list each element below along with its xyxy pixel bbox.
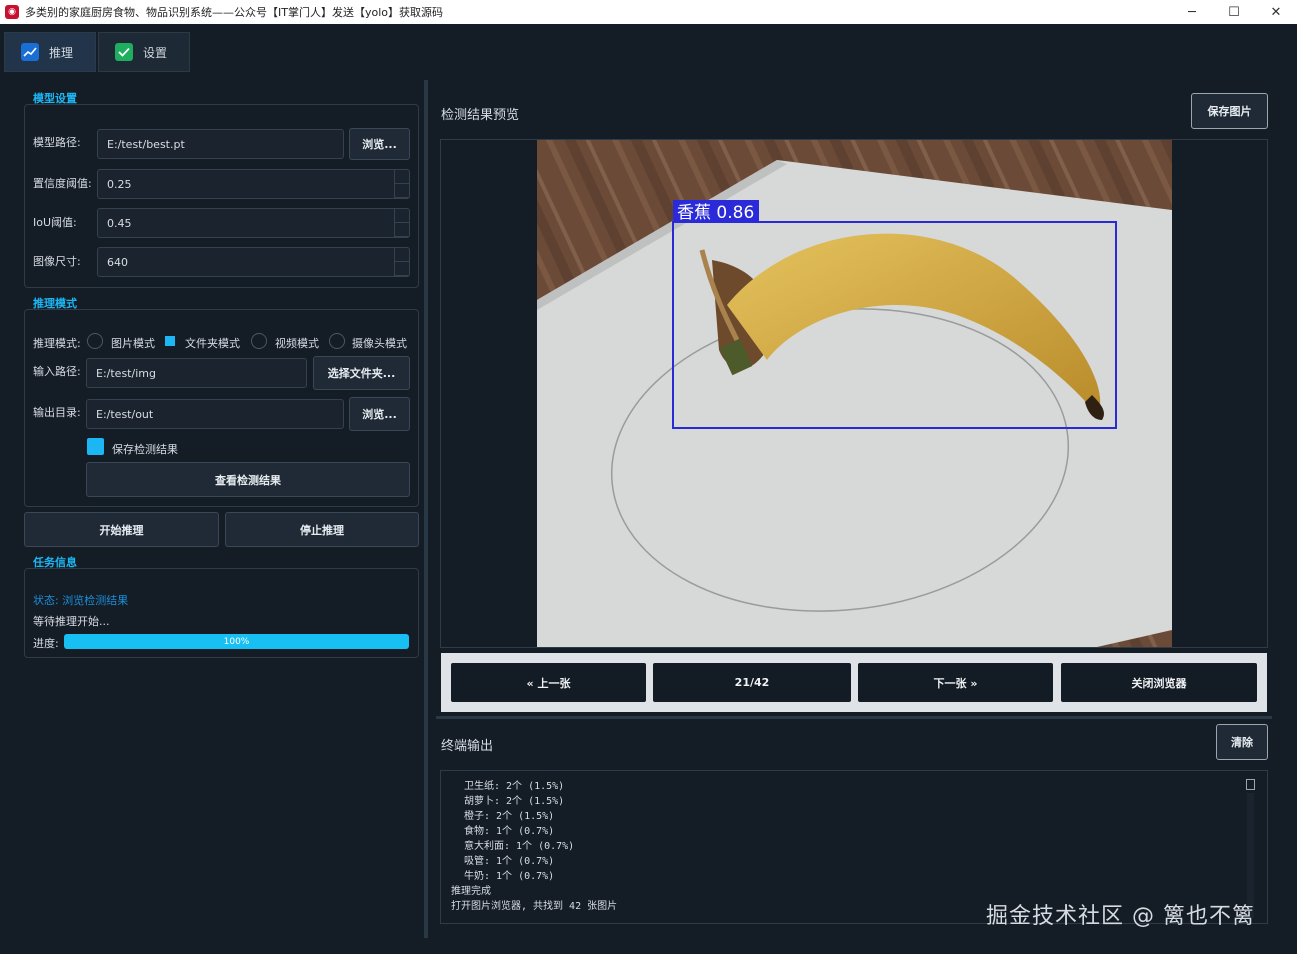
model-path-label: 模型路径: <box>33 136 81 149</box>
close-browser-button[interactable]: 关闭浏览器 <box>1061 663 1257 702</box>
save-results-label: 保存检测结果 <box>112 443 178 456</box>
confidence-spinbox[interactable]: 0.25 <box>97 169 410 199</box>
preview-title: 检测结果预览 <box>441 108 520 123</box>
detection-image: 香蕉 0.86 <box>537 140 1172 647</box>
confidence-stepper[interactable] <box>394 170 409 198</box>
image-counter: 21/42 <box>653 663 851 702</box>
image-mode-label: 图片模式 <box>111 337 155 350</box>
image-size-stepper[interactable] <box>394 248 409 276</box>
iou-label: IoU阈值: <box>33 216 77 229</box>
input-path-label: 输入路径: <box>33 365 81 378</box>
radio-image-mode[interactable] <box>87 333 103 349</box>
clear-terminal-button[interactable]: 清除 <box>1216 724 1268 760</box>
image-navigation-bar: « 上一张 21/42 下一张 » 关闭浏览器 <box>441 653 1267 712</box>
check-badge-icon <box>115 43 133 61</box>
prev-image-button[interactable]: « 上一张 <box>451 663 646 702</box>
terminal-line: 胡萝卜: 2个 (1.5%) <box>464 796 565 807</box>
terminal-line: 推理完成 <box>451 886 491 897</box>
tab-settings[interactable]: 设置 <box>98 32 190 72</box>
terminal-title: 终端输出 <box>441 739 494 754</box>
camera-mode-label: 摄像头模式 <box>352 337 407 350</box>
terminal-line: 吸管: 1个 (0.7%) <box>464 856 555 867</box>
progress-text: 100% <box>223 636 250 647</box>
watermark: 掘金技术社区 @ 篱也不篱 <box>986 904 1255 929</box>
progress-label: 进度: <box>33 637 59 650</box>
model-browse-button[interactable]: 浏览... <box>349 128 410 160</box>
panel-splitter[interactable] <box>424 80 428 938</box>
tab-inference[interactable]: 推理 <box>4 32 96 72</box>
main-tabs: 推理 设置 <box>4 32 190 72</box>
iou-stepper[interactable] <box>394 209 409 237</box>
status-text: 状态: 浏览检测结果 <box>33 594 129 607</box>
view-results-button[interactable]: 查看检测结果 <box>86 462 410 497</box>
image-size-spinbox[interactable]: 640 <box>97 247 410 277</box>
terminal-line: 食物: 1个 (0.7%) <box>464 826 555 837</box>
radio-folder-mode[interactable] <box>165 336 175 346</box>
confidence-label: 置信度阈值: <box>33 177 92 190</box>
output-browse-button[interactable]: 浏览... <box>349 397 410 431</box>
stop-inference-button[interactable]: 停止推理 <box>225 512 419 547</box>
image-size-value: 640 <box>107 255 128 269</box>
mode-label: 推理模式: <box>33 337 81 350</box>
terminal-line: 牛奶: 1个 (0.7%) <box>464 871 555 882</box>
terminal-line: 意大利面: 1个 (0.7%) <box>464 841 575 852</box>
image-size-label: 图像尺寸: <box>33 255 81 268</box>
scroll-up-icon[interactable] <box>1246 779 1255 790</box>
output-dir-label: 输出目录: <box>33 406 81 419</box>
terminal-lines: 卫生纸: 2个 (1.5%) 胡萝卜: 2个 (1.5%) 橙子: 2个 (1.5%… <box>451 779 1267 914</box>
terminal-line: 卫生纸: 2个 (1.5%) <box>464 781 565 792</box>
input-path-field[interactable]: E:/test/img <box>86 358 307 388</box>
detection-label: 香蕉 0.86 <box>677 203 754 223</box>
next-image-button[interactable]: 下一张 » <box>858 663 1053 702</box>
folder-mode-label: 文件夹模式 <box>185 337 240 350</box>
select-folder-button[interactable]: 选择文件夹... <box>313 356 410 390</box>
save-results-checkbox[interactable] <box>87 438 104 455</box>
chart-line-icon <box>21 43 39 61</box>
iou-spinbox[interactable]: 0.45 <box>97 208 410 238</box>
radio-camera-mode[interactable] <box>329 333 345 349</box>
confidence-value: 0.25 <box>107 177 132 191</box>
window-title: 多类别的家庭厨房食物、物品识别系统——公众号【IT掌门人】发送【yolo】获取源… <box>25 6 443 19</box>
progress-fill: 100% <box>64 634 409 649</box>
iou-value: 0.45 <box>107 216 132 230</box>
app-logo-icon: ◉ <box>5 5 19 19</box>
close-window-button[interactable]: ✕ <box>1256 0 1296 24</box>
video-mode-label: 视频模式 <box>275 337 319 350</box>
model-path-input[interactable]: E:/test/best.pt <box>97 129 344 159</box>
waiting-text: 等待推理开始... <box>33 615 110 628</box>
terminal-line: 橙子: 2个 (1.5%) <box>464 811 555 822</box>
progress-bar: 100% <box>64 634 409 649</box>
output-dir-field[interactable]: E:/test/out <box>86 399 344 429</box>
panel-splitter-horizontal[interactable] <box>436 716 1272 719</box>
tab-settings-label: 设置 <box>143 45 168 60</box>
maximize-button[interactable]: ☐ <box>1214 0 1254 24</box>
start-inference-button[interactable]: 开始推理 <box>24 512 219 547</box>
minimize-button[interactable]: ─ <box>1172 0 1212 24</box>
tab-inference-label: 推理 <box>49 45 74 60</box>
title-bar: ◉ 多类别的家庭厨房食物、物品识别系统——公众号【IT掌门人】发送【yolo】获… <box>0 0 1297 24</box>
save-image-button[interactable]: 保存图片 <box>1191 93 1268 129</box>
radio-video-mode[interactable] <box>251 333 267 349</box>
